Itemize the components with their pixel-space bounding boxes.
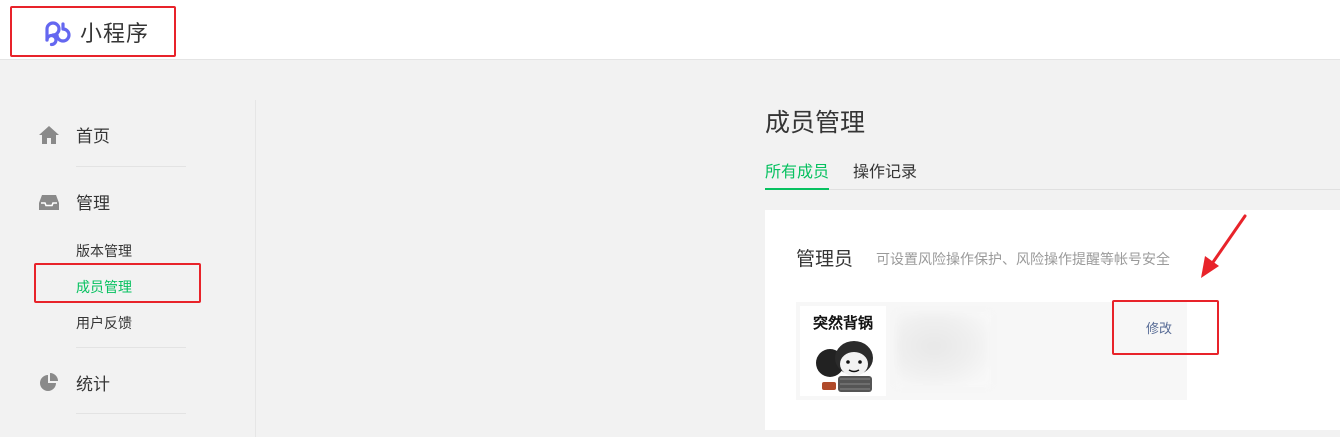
app-logo[interactable]: 小程序 bbox=[10, 6, 176, 57]
home-icon bbox=[39, 125, 59, 144]
avatar-caption: 突然背锅 bbox=[813, 314, 873, 332]
sidebar-item-manage[interactable]: 管理 bbox=[38, 189, 110, 214]
avatar: 突然背锅 bbox=[800, 306, 886, 396]
miniprogram-logo-icon bbox=[45, 20, 71, 46]
divider bbox=[76, 413, 186, 414]
sidebar-subitem-version[interactable]: 版本管理 bbox=[76, 241, 132, 261]
sidebar-item-label: 统计 bbox=[76, 375, 110, 395]
tab-operation-log[interactable]: 操作记录 bbox=[853, 160, 917, 190]
divider bbox=[76, 347, 186, 348]
blurred-member-name bbox=[896, 312, 991, 387]
tab-bar: 所有成员 操作记录 bbox=[765, 160, 1340, 190]
tab-all-members[interactable]: 所有成员 bbox=[765, 160, 830, 190]
card-description: 可设置风险操作保护、风险操作提醒等帐号安全 bbox=[876, 252, 1170, 268]
annotation-arrow-icon bbox=[1201, 214, 1247, 278]
divider bbox=[76, 166, 186, 167]
sidebar: 首页 管理 版本管理 成员管理 用户反馈 统计 bbox=[0, 100, 256, 437]
sidebar-item-label: 首页 bbox=[76, 127, 110, 147]
highlight-box-edit bbox=[1112, 300, 1219, 355]
app-name: 小程序 bbox=[80, 21, 150, 47]
sidebar-item-stats[interactable]: 统计 bbox=[38, 370, 110, 395]
card-title: 管理员 bbox=[796, 248, 854, 270]
pie-chart-icon bbox=[40, 372, 58, 391]
sidebar-item-label: 管理 bbox=[76, 194, 110, 214]
inbox-icon bbox=[39, 194, 59, 210]
sidebar-subitem-feedback[interactable]: 用户反馈 bbox=[76, 313, 132, 333]
sidebar-item-home[interactable]: 首页 bbox=[38, 122, 110, 147]
avatar-meme-image: 突然背锅 bbox=[813, 314, 873, 392]
top-bar: 小程序 bbox=[0, 0, 1340, 60]
page-title: 成员管理 bbox=[765, 108, 866, 137]
highlight-box-members bbox=[34, 263, 201, 303]
